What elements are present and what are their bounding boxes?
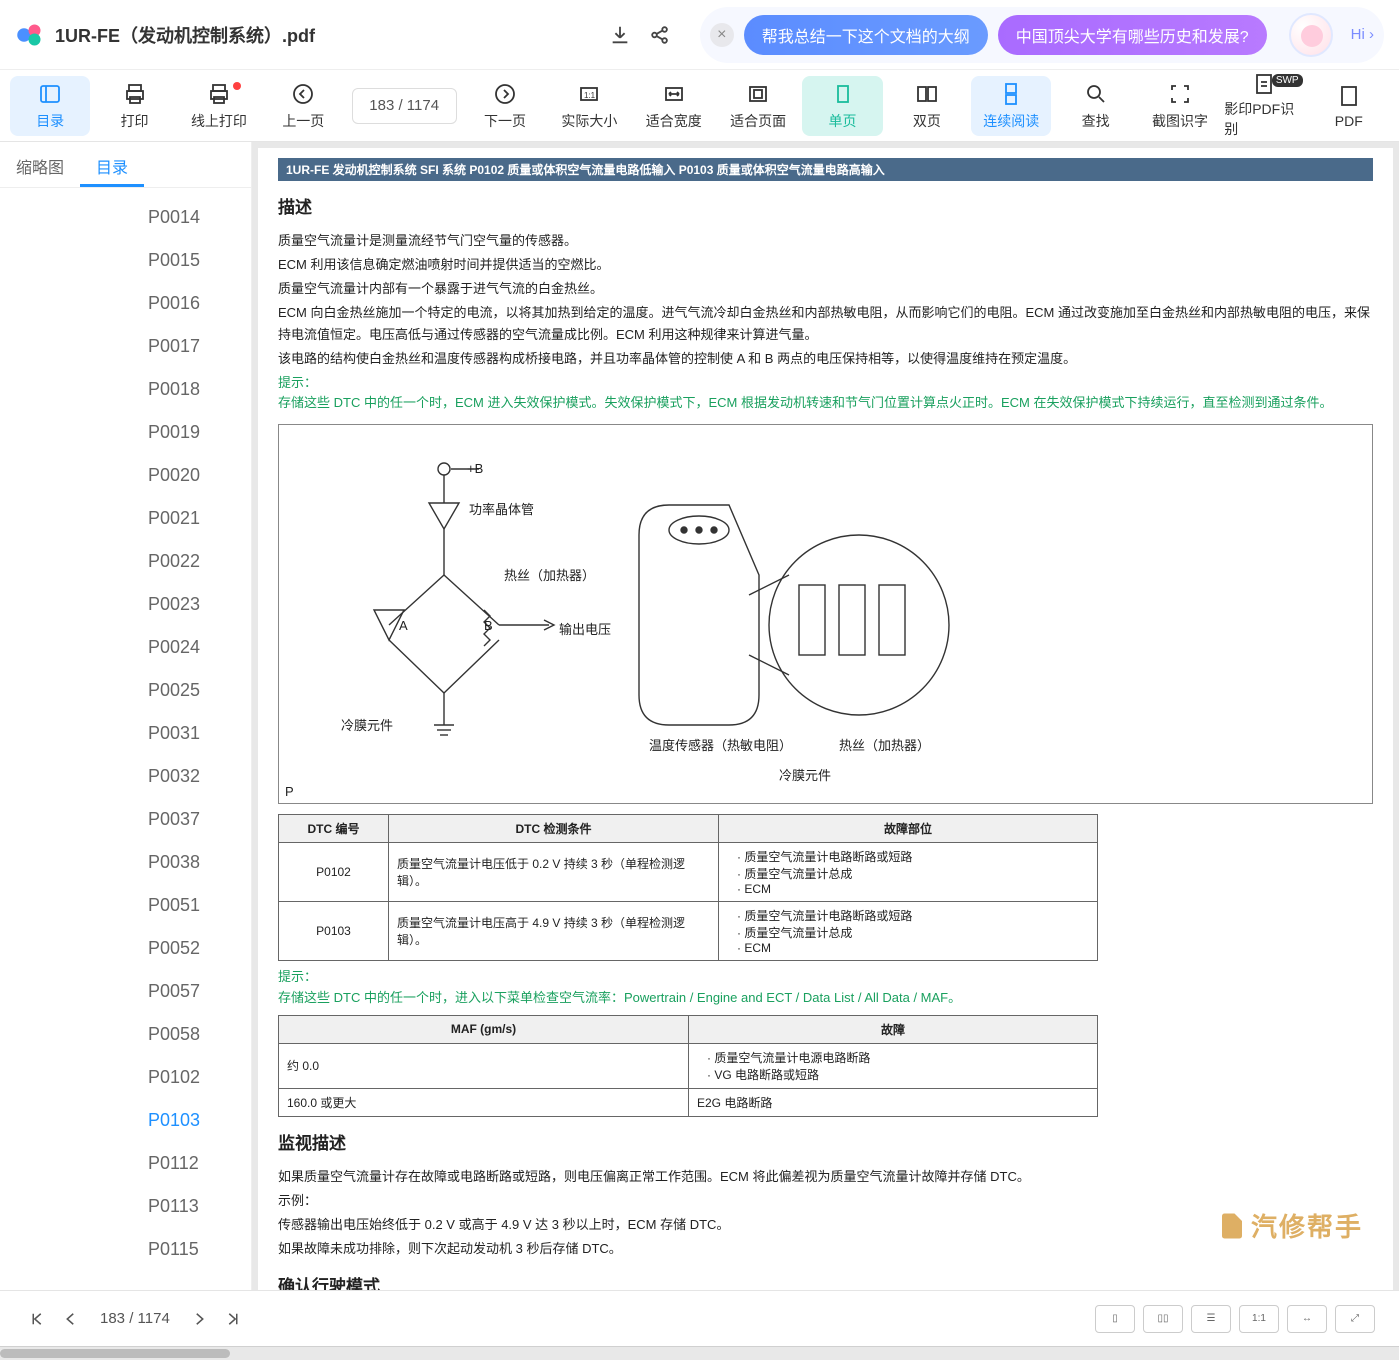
close-icon[interactable]: × xyxy=(710,23,734,47)
fit-page-button[interactable]: 适合页面 xyxy=(718,76,798,136)
dtc-table: DTC 编号DTC 检测条件故障部位 P0102质量空气流量计电压低于 0.2 … xyxy=(278,814,1098,961)
app-logo xyxy=(15,20,45,50)
file-name: 1UR-FE（发动机控制系统）.pdf xyxy=(55,22,315,48)
toc-item[interactable]: P0038 xyxy=(0,841,251,884)
pdf-ocr-button[interactable]: SWP影印PDF识别 xyxy=(1224,76,1304,136)
search-button[interactable]: 查找 xyxy=(1055,76,1135,136)
view-double-icon[interactable]: ▯▯ xyxy=(1143,1305,1183,1333)
single-page-button[interactable]: 单页 xyxy=(802,76,882,136)
toc-item[interactable]: P0017 xyxy=(0,325,251,368)
screenshot-ocr-button[interactable]: 截图识字 xyxy=(1140,76,1220,136)
zoom-actual-icon[interactable]: 1:1 xyxy=(1239,1305,1279,1333)
toc-item[interactable]: P0024 xyxy=(0,626,251,669)
toc-item[interactable]: P0051 xyxy=(0,884,251,927)
share-icon[interactable] xyxy=(640,15,680,55)
toc-item[interactable]: P0052 xyxy=(0,927,251,970)
toc-item[interactable]: P0037 xyxy=(0,798,251,841)
toc-item[interactable]: P0020 xyxy=(0,454,251,497)
toc-item[interactable]: P0103 xyxy=(0,1099,251,1142)
title-bar: 1UR-FE（发动机控制系统）.pdf × 帮我总结一下这个文档的大纲 中国顶尖… xyxy=(0,0,1399,70)
hint-text: 存储这些 DTC 中的任一个时，ECM 进入失效保护模式。失效保护模式下，ECM… xyxy=(278,393,1373,414)
hint-label: 提示： xyxy=(278,373,1373,394)
toc-item[interactable]: P0025 xyxy=(0,669,251,712)
sidebar: 缩略图 目录 P0014P0015P0016P0017P0018P0019P00… xyxy=(0,142,252,1304)
svg-text:1:1: 1:1 xyxy=(584,91,596,100)
ai-suggestions: × 帮我总结一下这个文档的大纲 中国顶尖大学有哪些历史和发展? Hi › xyxy=(700,7,1384,63)
toc-item[interactable]: P0058 xyxy=(0,1013,251,1056)
toc-item[interactable]: P0102 xyxy=(0,1056,251,1099)
toc-item[interactable]: P0112 xyxy=(0,1142,251,1185)
toc-item[interactable]: P0031 xyxy=(0,712,251,755)
document-viewport[interactable]: 1UR-FE 发动机控制系统 SFI 系统 P0102 质量或体积空气流量电路低… xyxy=(252,142,1399,1304)
bottom-page-indicator: 183 / 1174 xyxy=(100,1310,170,1327)
h-scrollbar[interactable] xyxy=(0,1346,1399,1360)
toc-item[interactable]: P0115 xyxy=(0,1228,251,1271)
maf-table: MAF (gm/s)故障 约 0.0质量空气流量计电源电路断路VG 电路断路或短… xyxy=(278,1015,1098,1117)
section-title: 描述 xyxy=(278,193,1373,218)
online-print-button[interactable]: 线上打印 xyxy=(179,76,259,136)
toolbar: 目录 打印 线上打印 上一页 183 / 1174 下一页 1:1实际大小 适合… xyxy=(0,70,1399,142)
pdf-page: 1UR-FE 发动机控制系统 SFI 系统 P0102 质量或体积空气流量电路低… xyxy=(258,148,1393,1304)
toc-item[interactable]: P0015 xyxy=(0,239,251,282)
continuous-read-button[interactable]: 连续阅读 xyxy=(971,76,1051,136)
fit-width-button[interactable]: 适合宽度 xyxy=(634,76,714,136)
toc-item[interactable]: P0113 xyxy=(0,1185,251,1228)
toc-item[interactable]: P0023 xyxy=(0,583,251,626)
toc-item[interactable]: P0016 xyxy=(0,282,251,325)
print-button[interactable]: 打印 xyxy=(94,76,174,136)
circuit-diagram: +B 功率晶体管 热丝（加热器） 输出电压 冷膜元件 A B 温度传感器（热敏电… xyxy=(278,424,1373,804)
toc-item[interactable]: P0032 xyxy=(0,755,251,798)
scrollbar-thumb[interactable] xyxy=(0,1349,230,1358)
first-page-icon[interactable] xyxy=(20,1302,54,1336)
page-header-bar: 1UR-FE 发动机控制系统 SFI 系统 P0102 质量或体积空气流量电路低… xyxy=(278,158,1373,181)
page-input[interactable]: 183 / 1174 xyxy=(352,88,457,124)
toc-button[interactable]: 目录 xyxy=(10,76,90,136)
double-page-button[interactable]: 双页 xyxy=(887,76,967,136)
bottom-bar: 183 / 1174 ▯ ▯▯ ☰ 1:1 ↔ ⤢ xyxy=(0,1290,1399,1346)
toc-item[interactable]: P0014 xyxy=(0,196,251,239)
prev-icon[interactable] xyxy=(54,1302,88,1336)
actual-size-button[interactable]: 1:1实际大小 xyxy=(549,76,629,136)
ai-avatar[interactable] xyxy=(1289,13,1333,57)
prev-page-button[interactable]: 上一页 xyxy=(263,76,343,136)
toc-item[interactable]: P0019 xyxy=(0,411,251,454)
next-icon[interactable] xyxy=(182,1302,216,1336)
toc-item[interactable]: P0018 xyxy=(0,368,251,411)
ai-pill-question[interactable]: 中国顶尖大学有哪些历史和发展? xyxy=(998,15,1267,55)
toc-item[interactable]: P0057 xyxy=(0,970,251,1013)
download-icon[interactable] xyxy=(600,15,640,55)
toc-item[interactable]: P0022 xyxy=(0,540,251,583)
toc-item[interactable]: P0021 xyxy=(0,497,251,540)
zoom-fitw-icon[interactable]: ↔ xyxy=(1287,1305,1327,1333)
view-single-icon[interactable]: ▯ xyxy=(1095,1305,1135,1333)
ai-pill-summary[interactable]: 帮我总结一下这个文档的大纲 xyxy=(744,15,988,55)
last-page-icon[interactable] xyxy=(216,1302,250,1336)
view-continuous-icon[interactable]: ☰ xyxy=(1191,1305,1231,1333)
next-page-button[interactable]: 下一页 xyxy=(465,76,545,136)
tab-toc[interactable]: 目录 xyxy=(80,142,144,187)
watermark: 汽修帮手 xyxy=(1217,1207,1363,1244)
tab-thumbnails[interactable]: 缩略图 xyxy=(0,142,80,187)
toc-list: P0014P0015P0016P0017P0018P0019P0020P0021… xyxy=(0,188,251,1304)
pdf-button[interactable]: PDF xyxy=(1309,76,1389,136)
zoom-fitp-icon[interactable]: ⤢ xyxy=(1335,1305,1375,1333)
ai-hi[interactable]: Hi › xyxy=(1351,26,1374,43)
